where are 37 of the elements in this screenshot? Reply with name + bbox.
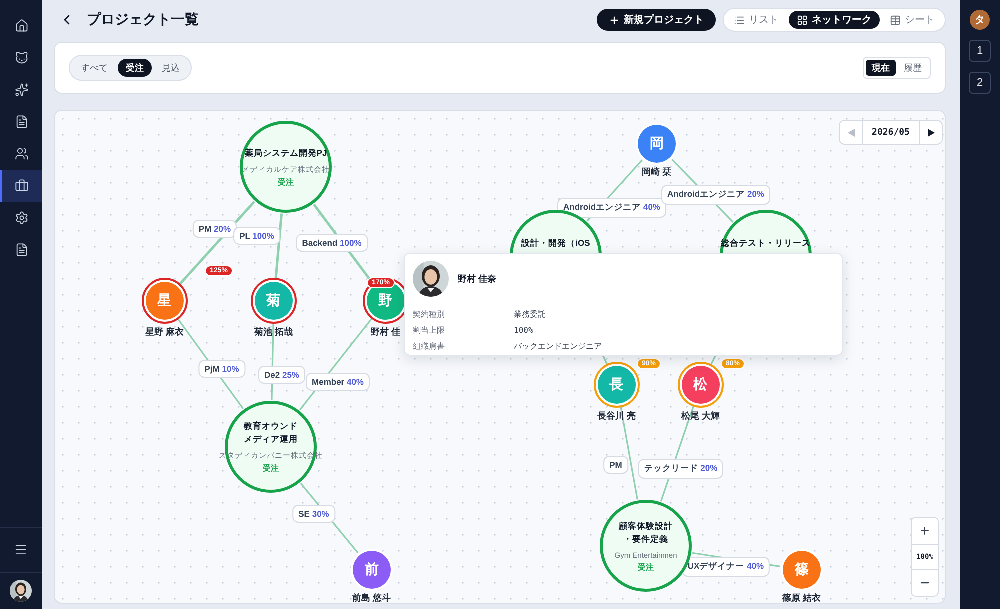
member-name: 長谷川 亮 (598, 410, 636, 422)
role-label: Backend 100% (296, 234, 368, 252)
tooltip-value: 業務委託 (514, 308, 546, 320)
member-name: 星野 麻衣 (146, 326, 184, 338)
role-label: テックリード 20% (638, 459, 724, 479)
role-label: Androidエンジニア 40% (558, 198, 666, 218)
member-name: 松尾 大輝 (682, 410, 720, 422)
role-label: Androidエンジニア 20% (662, 185, 770, 205)
role-label: PM (604, 456, 628, 474)
member-name: 篠原 結衣 (782, 592, 822, 603)
role-label: PjM 10% (198, 360, 246, 378)
tooltip-label: 組織肩書 (413, 340, 446, 352)
project-status: 受注 (263, 463, 279, 474)
project-title: 顧客体験設計 (619, 520, 673, 532)
project-title: 薬局システム開発PJ (244, 146, 328, 160)
role-label: PM 20% (192, 220, 238, 238)
tooltip-name: 野村 佳奈 (458, 272, 497, 286)
member-name: 前島 悠斗 (352, 592, 392, 603)
project-title: メディア運用 (244, 433, 298, 446)
tooltip-value: 100% (514, 326, 534, 334)
tooltip-label: 割当上限 (413, 324, 446, 336)
member-name: 野村 佳 (371, 326, 401, 338)
role-label: PL 100% (234, 227, 280, 245)
member-name: 菊池 拓哉 (254, 326, 294, 338)
project-status: 受注 (278, 176, 294, 188)
role-label: De2 25% (258, 366, 306, 384)
tooltip-value: バックエンドエンジニア (514, 340, 602, 352)
member-name: 岡崎 栞 (642, 166, 672, 179)
role-label: SE 30% (292, 505, 336, 523)
project-title: 教育オウンド (244, 420, 298, 433)
page-title: プロジェクト一覧 (87, 11, 199, 29)
project-title: ・要件定義 (622, 532, 670, 546)
role-label: UXデザイナー 40% (682, 557, 770, 577)
role-label: Member 40% (306, 373, 370, 391)
project-title: 設計・開発（iOS (522, 237, 590, 250)
project-status: 受注 (638, 562, 654, 572)
tooltip-label: 契約種別 (413, 308, 446, 320)
